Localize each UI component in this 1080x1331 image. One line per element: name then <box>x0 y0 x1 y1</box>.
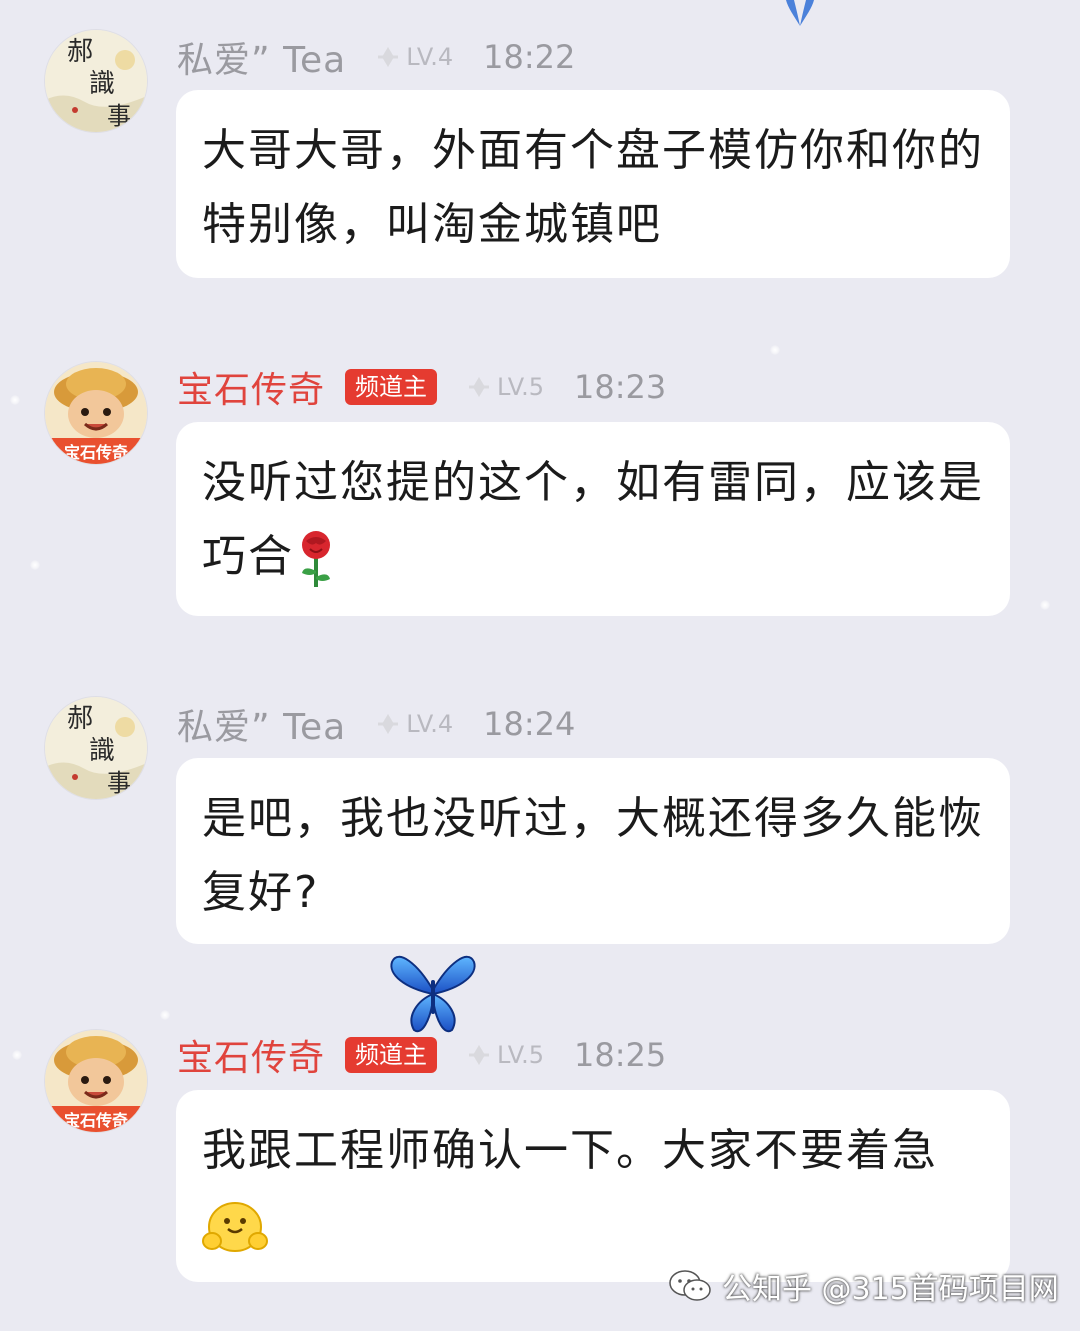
message-time: 18:23 <box>573 368 667 406</box>
channel-owner-badge: 频道主 <box>345 369 438 405</box>
message-text: 是吧，我也没听过，大概还得多久能恢复好? <box>202 793 984 918</box>
message-bubble[interactable]: 大哥大哥，外面有个盘子模仿你和你的特别像，叫淘金城镇吧 <box>176 90 1010 278</box>
wechat-icon <box>669 1270 711 1301</box>
message-bubble[interactable]: 我跟工程师确认一下。大家不要着急 <box>176 1090 1010 1282</box>
sparkle-decoration <box>30 560 40 570</box>
level-label: LV.5 <box>497 373 544 401</box>
calligraphy-avatar-icon: 郝 識 事 <box>45 30 147 132</box>
user-avatar[interactable]: 郝 識 事 <box>45 697 147 799</box>
sender-name[interactable]: 私爱” Tea <box>177 698 346 750</box>
message-text-content: 我跟工程师确认一下。大家不要着急 <box>202 1125 938 1176</box>
user-avatar[interactable]: 宝石传奇 <box>45 362 147 464</box>
message-text: 大哥大哥，外面有个盘子模仿你和你的特别像，叫淘金城镇吧 <box>202 125 984 250</box>
calligraphy-avatar-icon: 郝 識 事 <box>45 697 147 799</box>
sender-name[interactable]: 私爱” Tea <box>177 31 346 83</box>
sender-name[interactable]: 宝石传奇 <box>177 361 325 413</box>
svg-text:郝: 郝 <box>67 704 93 734</box>
level-icon <box>469 1045 490 1065</box>
svg-text:郝: 郝 <box>67 37 93 67</box>
cartoon-boy-avatar-icon: 宝石传奇 <box>45 362 147 464</box>
message-bubble[interactable]: 是吧，我也没听过，大概还得多久能恢复好? <box>176 758 1010 944</box>
message-text: 没听过您提的这个，如有雷同，应该是巧合 <box>202 446 984 594</box>
level-icon <box>378 47 399 67</box>
message-header: 宝石传奇 频道主 LV.5 18:25 <box>177 1030 666 1080</box>
user-level: LV.5 <box>465 1041 544 1069</box>
avatar-caption: 宝石传奇 <box>64 443 128 462</box>
watermark-text: 公知乎 @315首码项目网 <box>722 1272 1059 1307</box>
watermark: 公知乎 @315首码项目网 <box>668 1262 1059 1310</box>
user-level: LV.4 <box>374 43 453 71</box>
message-header: 私爱” Tea LV.4 18:22 <box>177 32 575 82</box>
sparkle-decoration <box>12 1050 22 1060</box>
hug-face-emoji-icon <box>202 1202 268 1252</box>
sparkle-decoration <box>1040 600 1050 610</box>
message-text: 我跟工程师确认一下。大家不要着急 <box>202 1114 984 1262</box>
user-level: LV.5 <box>465 373 544 401</box>
svg-text:事: 事 <box>107 769 131 797</box>
svg-text:事: 事 <box>107 102 131 130</box>
svg-text:識: 識 <box>89 69 115 99</box>
level-icon <box>469 377 490 397</box>
level-label: LV.4 <box>406 43 454 71</box>
sparkle-decoration <box>160 1010 170 1020</box>
message-header: 宝石传奇 频道主 LV.5 18:23 <box>177 362 666 412</box>
message-bubble[interactable]: 没听过您提的这个，如有雷同，应该是巧合 <box>176 422 1010 616</box>
butterfly-decoration-icon <box>786 0 814 26</box>
sparkle-decoration <box>10 395 20 405</box>
butterfly-decoration-icon <box>390 955 476 1033</box>
sparkle-decoration <box>770 345 780 355</box>
user-level: LV.4 <box>374 710 453 738</box>
message-time: 18:24 <box>483 705 576 743</box>
message-header: 私爱” Tea LV.4 18:24 <box>177 699 575 749</box>
level-label: LV.5 <box>497 1041 544 1069</box>
cartoon-boy-avatar-icon: 宝石传奇 <box>45 1030 147 1132</box>
user-avatar[interactable]: 宝石传奇 <box>45 1030 147 1132</box>
channel-owner-badge: 频道主 <box>345 1037 438 1073</box>
rose-emoji-icon <box>302 531 330 587</box>
message-time: 18:22 <box>483 38 576 76</box>
user-avatar[interactable]: 郝 識 事 <box>45 30 147 132</box>
sender-name[interactable]: 宝石传奇 <box>177 1029 325 1081</box>
level-label: LV.4 <box>406 710 454 738</box>
avatar-caption: 宝石传奇 <box>64 1111 128 1130</box>
svg-text:識: 識 <box>89 736 115 766</box>
level-icon <box>378 714 399 734</box>
message-time: 18:25 <box>573 1036 667 1074</box>
